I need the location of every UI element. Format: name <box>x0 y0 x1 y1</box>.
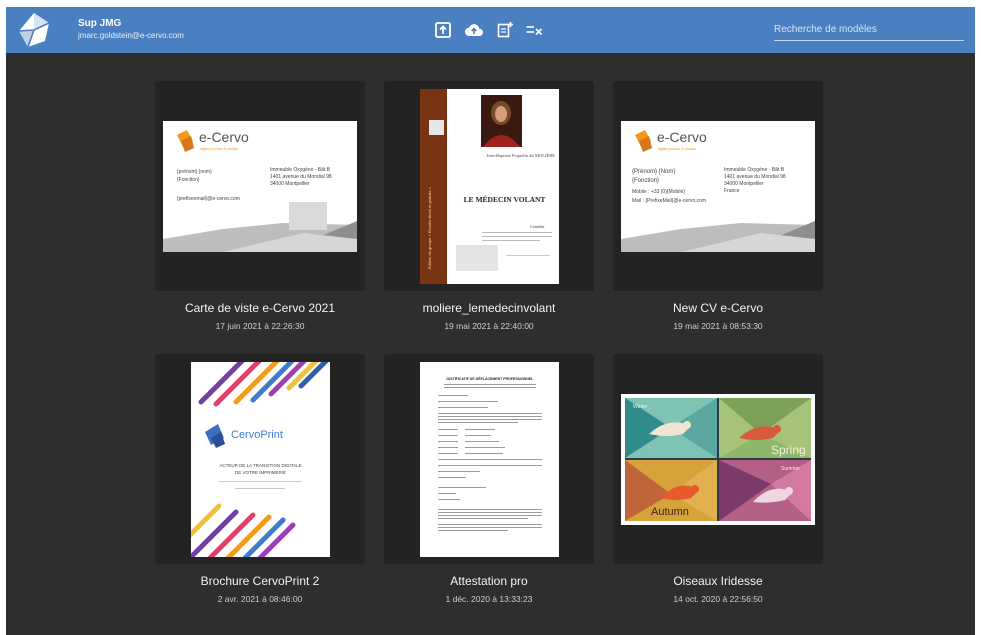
book-spine-text: Édition du groupe « Ebooks libres et gra… <box>427 187 432 269</box>
brand-tagline: digital process & medias <box>200 147 238 151</box>
card-line: Immeuble Oxygène - Bât B <box>724 167 785 173</box>
book-cover-preview: Édition du groupe « Ebooks libres et gra… <box>420 89 559 284</box>
portrait-image <box>481 95 522 147</box>
import-icon[interactable] <box>434 21 452 39</box>
brochure-line: ACTEUR DE LA TRANSITION DIGITALE <box>219 463 302 468</box>
card-line: Immeuble Oxygène - Bât B <box>270 167 331 173</box>
template-date: 1 déc. 2020 à 13:33:23 <box>445 594 533 604</box>
template-date: 19 mai 2021 à 08:53:30 <box>673 321 763 331</box>
app-window: Sup JMG jmarc.goldstein@e-cervo.com Rech… <box>6 7 975 635</box>
brand-tagline: digital process & medias <box>658 147 696 151</box>
checklist-clear-icon[interactable] <box>525 21 543 39</box>
search-input[interactable] <box>774 19 964 40</box>
template-date: 19 mai 2021 à 22:40:00 <box>444 321 534 331</box>
template-thumbnail[interactable]: JUSTIFICATIF DE DÉPLACEMENT PROFESSIONNE… <box>384 354 594 564</box>
poster-word: Spring <box>771 443 806 457</box>
template-title: moliere_lemedecinvolant <box>422 301 556 315</box>
card-line: 34000 Montpellier <box>270 181 310 187</box>
template-date: 17 juin 2021 à 22:26:30 <box>215 321 305 331</box>
user-name: Sup JMG <box>78 18 122 29</box>
card-line: France <box>724 188 740 194</box>
card-line: 1401 avenue du Mondial 98 <box>270 174 332 180</box>
brochure-line: DE VOTRE IMPRIMERIE <box>234 470 286 475</box>
brand-name: e-Cervo <box>657 129 707 145</box>
poster-word: Autumn <box>651 506 689 518</box>
template-title: Carte de viste e-Cervo 2021 <box>184 301 336 315</box>
form-preview: JUSTIFICATIF DE DÉPLACEMENT PROFESSIONNE… <box>420 362 559 557</box>
card-line: {prefixeemail}@e-cervo.com <box>177 196 240 202</box>
user-email: jmarc.goldstein@e-cervo.com <box>78 31 184 40</box>
new-document-icon[interactable] <box>496 21 514 39</box>
brochure-preview: CervoPrint ACTEUR DE LA TRANSITION DIGIT… <box>191 362 330 557</box>
template-thumbnail[interactable]: CervoPrint ACTEUR DE LA TRANSITION DIGIT… <box>155 354 365 564</box>
poster-word: Winter <box>633 404 648 410</box>
template-thumbnail[interactable]: e-Cervo digital process & medias {Prénom… <box>613 81 823 291</box>
spine-box <box>429 120 444 135</box>
card-line: Mail : {PrefixeMail}@e-cervo.com <box>632 198 706 204</box>
brand-name: e-Cervo <box>199 129 249 145</box>
card-artwork <box>621 130 815 252</box>
brand-name: CervoPrint <box>231 429 283 441</box>
poster-preview: Spring Autumn Winter Summer <box>621 394 815 525</box>
card-line: {Fonction} <box>177 177 200 183</box>
template-thumbnail[interactable]: e-Cervo digital process & medias {prénom… <box>155 81 365 291</box>
card-line: 1401 avenue du Mondial 98 <box>724 174 786 180</box>
template-thumbnail[interactable]: Spring Autumn Winter Summer <box>613 354 823 564</box>
card-artwork <box>163 130 357 252</box>
play-genre: Comédie <box>530 224 545 229</box>
card-line: 34000 Montpellier <box>724 181 764 187</box>
template-title: Brochure CervoPrint 2 <box>200 574 320 588</box>
template-title: New CV e-Cervo <box>672 301 764 315</box>
poster-word: Summer <box>781 466 800 472</box>
business-card-preview: e-Cervo digital process & medias {prénom… <box>163 121 357 252</box>
template-date: 14 oct. 2020 à 22:56:50 <box>673 594 763 604</box>
search-box <box>774 19 964 41</box>
template-date: 2 avr. 2021 à 08:46:00 <box>217 594 303 604</box>
app-logo-icon[interactable] <box>15 11 53 49</box>
form-heading: JUSTIFICATIF DE DÉPLACEMENT PROFESSIONNE… <box>445 377 534 381</box>
book-spine <box>420 89 447 284</box>
card-line: {prénom} {nom} <box>177 169 212 175</box>
card-line: Mobile : +33 (0){Mobile} <box>632 189 685 195</box>
card-line: {Fonction} <box>632 178 660 184</box>
business-card-preview: e-Cervo digital process & medias {Prénom… <box>621 121 815 252</box>
author-name: Jean-Baptiste Poquelin dit MOLIÈRE <box>486 153 555 158</box>
card-line: {Prénom} {Nom} <box>632 169 676 175</box>
top-bar: Sup JMG jmarc.goldstein@e-cervo.com <box>6 7 975 53</box>
template-title: Oiseaux Iridesse <box>673 574 763 588</box>
cloud-upload-icon[interactable] <box>464 21 484 39</box>
template-thumbnail[interactable]: Édition du groupe « Ebooks libres et gra… <box>384 81 594 291</box>
publisher-logo <box>456 245 498 271</box>
template-title: Attestation pro <box>450 574 528 588</box>
play-title: LE MÉDECIN VOLANT <box>463 195 546 204</box>
brochure-artwork <box>191 362 329 557</box>
